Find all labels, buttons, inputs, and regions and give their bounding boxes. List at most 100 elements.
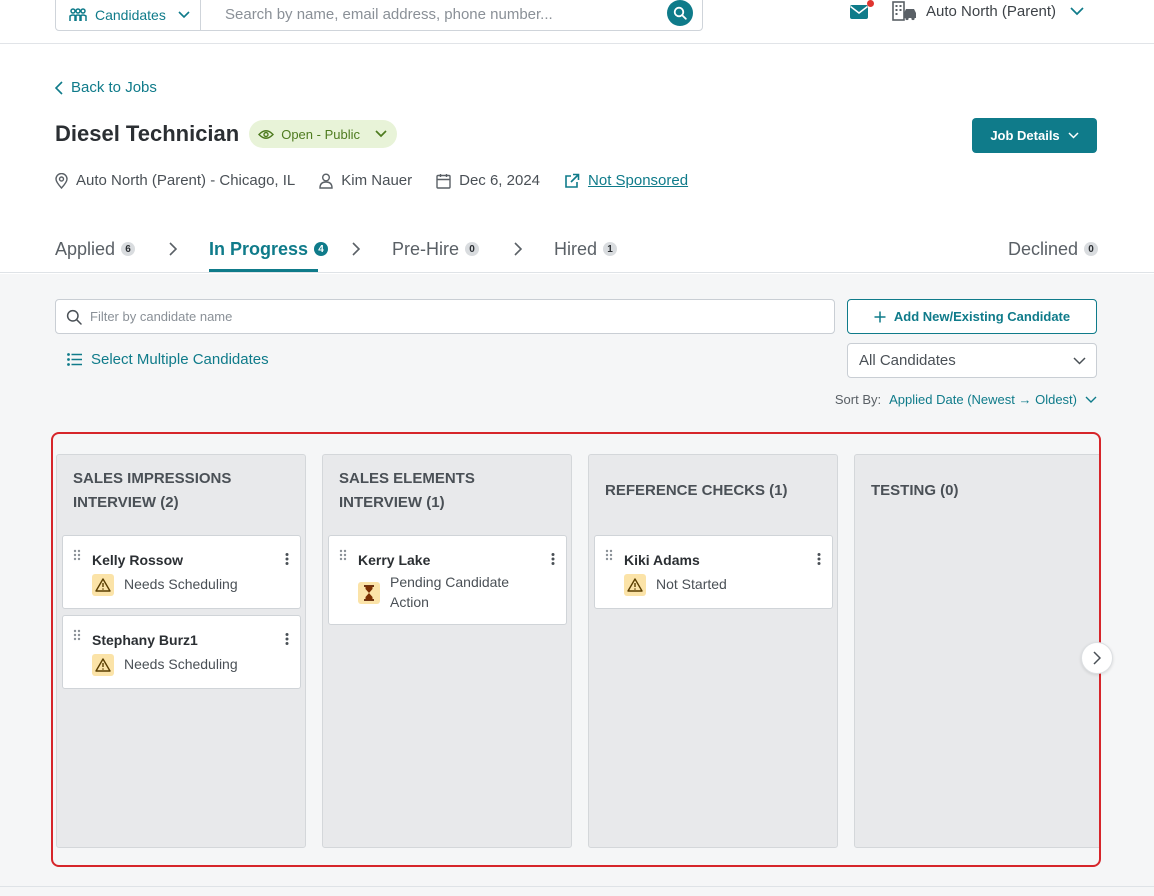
messages-button[interactable] [849,0,874,20]
tab-hired[interactable]: Hired 1 [554,238,618,260]
job-status-label: Open - Public [281,126,360,142]
chevron-right-icon [514,242,522,256]
calendar-icon [436,173,451,189]
chevron-down-icon [375,130,387,138]
org-switcher[interactable]: Auto North (Parent) [892,0,1084,22]
tab-applied[interactable]: Applied 6 [55,238,136,260]
candidate-status-text: Needs Scheduling [124,656,238,672]
global-search-input[interactable] [225,6,645,23]
tab-declined[interactable]: Declined 0 [1008,238,1099,260]
select-multiple-button[interactable]: Select Multiple Candidates [67,351,269,368]
candidate-name[interactable]: Kelly Rossow [92,552,183,568]
more-options-icon[interactable] [285,553,289,565]
more-options-icon[interactable] [285,633,289,645]
notification-dot [867,0,874,7]
back-to-jobs-label: Back to Jobs [71,79,157,96]
pipeline-content: Add New/Existing Candidate Select Multip… [0,274,1154,896]
tab-count-badge: 6 [121,242,136,256]
job-recruiter-text: Kim Nauer [341,172,413,189]
candidate-card[interactable]: Kiki Adams Not Started [594,535,833,609]
people-icon [69,7,87,21]
column-title: SALES IMPRESSIONS INTERVIEW (2) [73,470,232,511]
plus-icon [874,311,886,322]
job-details-button[interactable]: Job Details [972,118,1097,153]
building-car-icon [892,1,916,21]
tab-count-badge: 4 [314,242,329,256]
global-search-group: Candidates [55,0,703,31]
sort-value: Applied Date (Newest → Oldest) [889,392,1077,407]
tab-label: Declined [1008,238,1079,259]
candidate-filter-input[interactable] [90,309,790,324]
candidate-status-text: Not Started [656,576,727,592]
stage-tabs: Applied 6 In Progress 4 Pre-Hire 0 Hired… [0,225,1154,273]
search-entity-select[interactable]: Candidates [56,0,201,30]
org-name: Auto North (Parent) [926,2,1057,20]
sort-label: Sort By: [834,392,882,407]
sort-dropdown[interactable]: Applied Date (Newest → Oldest) [889,392,1097,407]
column-title: TESTING (0) [871,482,959,499]
scroll-right-button[interactable] [1081,642,1113,674]
warning-icon [624,574,646,596]
list-icon [67,353,82,366]
board-column: SALES ELEMENTS INTERVIEW (1) Kerry Lake [322,454,572,848]
candidate-card[interactable]: Stephany Burz1 Needs Scheduling [62,615,301,689]
job-status-dropdown[interactable]: Open - Public [249,120,397,148]
candidate-status: Needs Scheduling [92,574,238,596]
drag-handle-icon[interactable] [73,629,81,641]
tab-in-progress[interactable]: In Progress 4 [209,238,329,260]
candidate-card[interactable]: Kerry Lake Pending Candidate Action [328,535,567,625]
chevron-right-icon [169,242,177,256]
job-location: Auto North (Parent) - Chicago, IL [55,172,295,189]
chevron-left-icon [55,80,63,95]
candidate-status: Not Started [624,574,727,596]
external-link-icon [565,173,580,188]
envelope-icon [850,5,868,19]
eye-icon [258,129,275,139]
candidate-type-value: All Candidates [859,352,956,369]
tab-label: Applied [55,238,116,259]
column-title: REFERENCE CHECKS (1) [605,482,788,499]
warning-icon [92,654,114,676]
candidate-name[interactable]: Kerry Lake [358,552,430,568]
chevron-right-icon [1093,651,1101,665]
chevron-down-icon [1073,356,1086,365]
candidate-name[interactable]: Kiki Adams [624,552,700,568]
user-icon [319,173,333,189]
page-title: Diesel Technician [55,121,240,146]
chevron-down-icon [1070,6,1084,15]
candidate-type-select[interactable]: All Candidates [847,343,1097,378]
job-sponsorship[interactable]: Not Sponsored [564,172,688,189]
search-entity-label: Candidates [95,6,166,23]
more-options-icon[interactable] [551,553,555,565]
job-date: Dec 6, 2024 [436,172,540,189]
drag-handle-icon[interactable] [339,549,347,561]
job-meta-row: Auto North (Parent) - Chicago, IL Kim Na… [55,172,712,189]
active-tab-indicator [209,269,318,272]
candidate-card[interactable]: Kelly Rossow Needs Scheduling [62,535,301,609]
job-recruiter: Kim Nauer [319,172,412,189]
chevron-down-icon [1068,132,1079,139]
candidate-name[interactable]: Stephany Burz1 [92,632,198,648]
back-to-jobs-link[interactable]: Back to Jobs [55,79,157,96]
drag-handle-icon[interactable] [73,549,81,561]
select-multiple-label: Select Multiple Candidates [91,351,269,368]
tab-label: In Progress [209,238,309,259]
add-candidate-button[interactable]: Add New/Existing Candidate [847,299,1097,334]
tab-label: Hired [554,238,598,259]
job-location-text: Auto North (Parent) - Chicago, IL [76,172,296,189]
more-options-icon[interactable] [817,553,821,565]
job-date-text: Dec 6, 2024 [459,172,541,189]
candidate-status: Pending Candidate Action [358,572,528,612]
candidate-status-text: Pending Candidate Action [390,574,510,610]
chevron-down-icon [178,10,190,18]
chevron-down-icon [1085,396,1097,403]
sponsorship-link[interactable]: Not Sponsored [588,172,688,189]
job-details-label: Job Details [990,128,1060,143]
column-title: SALES ELEMENTS INTERVIEW (1) [339,470,475,511]
search-button[interactable] [667,0,693,26]
tab-count-badge: 0 [465,242,480,256]
tab-pre-hire[interactable]: Pre-Hire 0 [392,238,480,260]
chevron-right-icon [352,242,360,256]
drag-handle-icon[interactable] [605,549,613,561]
search-icon [66,309,82,325]
